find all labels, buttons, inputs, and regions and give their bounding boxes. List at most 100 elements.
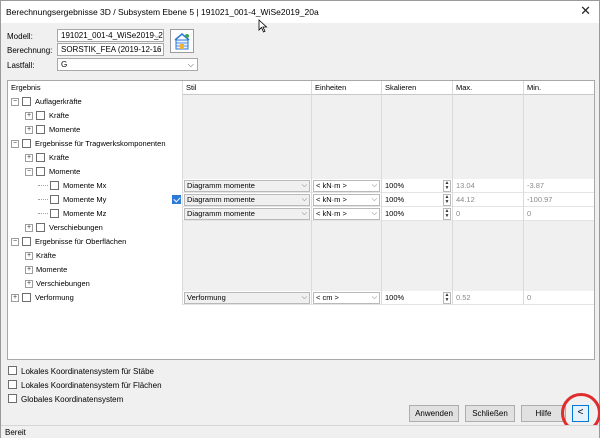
checkbox-momente-my[interactable] (50, 195, 59, 204)
unit-select[interactable]: < kN·m > ⌵ (313, 208, 380, 220)
apply-button[interactable]: Anwenden (409, 405, 459, 422)
close-button[interactable]: Schließen (465, 405, 515, 422)
unit-select[interactable]: < cm > ⌵ (313, 292, 380, 304)
chevron-down-icon: ⌵ (301, 182, 307, 189)
tree-line (38, 199, 48, 200)
result-cell: + Kräfte (8, 249, 183, 263)
scale-cell (382, 123, 453, 137)
option-local-cs-surfaces[interactable]: Lokales Koordinatensystem für Flächen (8, 379, 162, 390)
max-cell (453, 165, 524, 179)
checkbox-momente-mz[interactable] (50, 209, 59, 218)
style-select[interactable]: Diagramm momente ⌵ (184, 180, 310, 192)
max-cell (453, 277, 524, 291)
min-cell (524, 165, 594, 179)
scale-value[interactable]: 100% (385, 193, 404, 206)
row-label: Kräfte (49, 111, 70, 120)
column-header-skalieren[interactable]: Skalieren (382, 81, 453, 95)
unit-cell (312, 263, 382, 277)
style-select[interactable]: Diagramm momente ⌵ (184, 208, 310, 220)
model-structure-icon (174, 33, 190, 50)
model-select[interactable]: 191021_001-4_WiSe2019_20 ⌵ (57, 29, 164, 42)
spinner-icon[interactable]: ▲ ▼ (443, 194, 451, 206)
calc-select[interactable]: SORSTIK_FEA (2019-12-16 8 ⌵ (57, 43, 164, 56)
style-cell (183, 95, 312, 109)
spinner-icon[interactable]: ▲ ▼ (443, 292, 451, 304)
style-value: Verformung (187, 293, 226, 302)
checkbox-momente-mx[interactable] (50, 181, 59, 190)
option-global-cs[interactable]: Globales Koordinatensystem (8, 393, 123, 404)
min-cell (524, 277, 594, 291)
expand-icon[interactable]: + (25, 126, 33, 134)
table-row: Momente Mx Diagramm momente ⌵ < kN·m > ⌵ 1… (8, 179, 594, 193)
checkbox-momente[interactable] (36, 125, 45, 134)
help-button[interactable]: Hilfe (521, 405, 566, 422)
style-value: Diagramm momente (187, 209, 255, 218)
expand-icon[interactable]: + (25, 280, 33, 288)
column-header-max[interactable]: Max. (453, 81, 524, 95)
expand-icon[interactable]: + (25, 224, 33, 232)
unit-select[interactable]: < kN·m > ⌵ (313, 194, 380, 206)
checkbox-momente[interactable] (36, 167, 45, 176)
row-label: Verschiebungen (49, 223, 103, 232)
style-select[interactable]: Verformung ⌵ (184, 292, 310, 304)
unit-cell (312, 137, 382, 151)
unit-select[interactable]: < kN·m > ⌵ (313, 180, 380, 192)
result-cell: − Ergebnisse für Oberflächen (8, 235, 183, 249)
style-cell (183, 109, 312, 123)
checkbox-verschiebungen[interactable] (36, 223, 45, 232)
column-header-stil[interactable]: Stil (183, 81, 312, 95)
title-bar: Berechnungsergebnisse 3D / Subsystem Ebe… (1, 1, 599, 23)
style-cell: Verformung ⌵ (183, 291, 312, 305)
checkbox-auflagerkraefte[interactable] (22, 97, 31, 106)
scale-cell: 100% ▲ ▼ (382, 291, 453, 305)
spinner-icon[interactable]: ▲ ▼ (443, 208, 451, 220)
style-select[interactable]: Diagramm momente ⌵ (184, 194, 310, 206)
expand-icon[interactable]: + (25, 112, 33, 120)
expand-icon[interactable]: + (25, 252, 33, 260)
close-icon[interactable]: ✕ (580, 4, 591, 18)
min-cell (524, 137, 594, 151)
scale-cell (382, 109, 453, 123)
collapse-icon[interactable]: − (11, 98, 19, 106)
column-header-ergebnis[interactable]: Ergebnis (8, 81, 183, 95)
scale-cell (382, 137, 453, 151)
checkbox-local-cs-members[interactable] (8, 366, 17, 375)
expand-icon[interactable]: + (11, 294, 19, 302)
row-label: Kräfte (36, 251, 57, 260)
style-value: Diagramm momente (187, 195, 255, 204)
checkbox-kraefte[interactable] (36, 153, 45, 162)
max-cell (453, 249, 524, 263)
checkbox-show-my[interactable] (172, 195, 181, 204)
checkbox-kraefte[interactable] (36, 111, 45, 120)
scale-cell (382, 151, 453, 165)
collapse-icon[interactable]: − (25, 168, 33, 176)
scale-value[interactable]: 100% (385, 207, 404, 220)
checkbox-verformung[interactable] (22, 293, 31, 302)
result-cell: Momente Mz (8, 207, 183, 221)
column-header-min[interactable]: Min. (524, 81, 594, 95)
table-row: + Momente (8, 263, 594, 277)
collapse-icon[interactable]: − (11, 140, 19, 148)
checkbox-tragwerkskomponenten[interactable] (22, 139, 31, 148)
model-view-button[interactable] (170, 29, 194, 53)
mouse-cursor-icon (258, 19, 268, 33)
min-cell (524, 123, 594, 137)
expand-icon[interactable]: + (25, 266, 33, 274)
window-title: Berechnungsergebnisse 3D / Subsystem Ebe… (6, 7, 319, 17)
scale-value[interactable]: 100% (385, 179, 404, 192)
collapse-icon[interactable]: − (11, 238, 19, 246)
checkbox-oberflaechen[interactable] (22, 237, 31, 246)
unit-value: < kN·m > (316, 195, 347, 204)
checkbox-local-cs-surfaces[interactable] (8, 380, 17, 389)
scale-cell (382, 249, 453, 263)
result-cell: − Momente (8, 165, 183, 179)
checkbox-global-cs[interactable] (8, 394, 17, 403)
column-header-einheiten[interactable]: Einheiten (312, 81, 382, 95)
chevron-down-icon: ⌵ (153, 31, 160, 40)
spinner-icon[interactable]: ▲ ▼ (443, 180, 451, 192)
loadcase-select[interactable]: G ⌵ (57, 58, 198, 71)
style-cell: Diagramm momente ⌵ (183, 207, 312, 221)
scale-value[interactable]: 100% (385, 291, 404, 304)
option-local-cs-members[interactable]: Lokales Koordinatensystem für Stäbe (8, 365, 154, 376)
expand-icon[interactable]: + (25, 154, 33, 162)
